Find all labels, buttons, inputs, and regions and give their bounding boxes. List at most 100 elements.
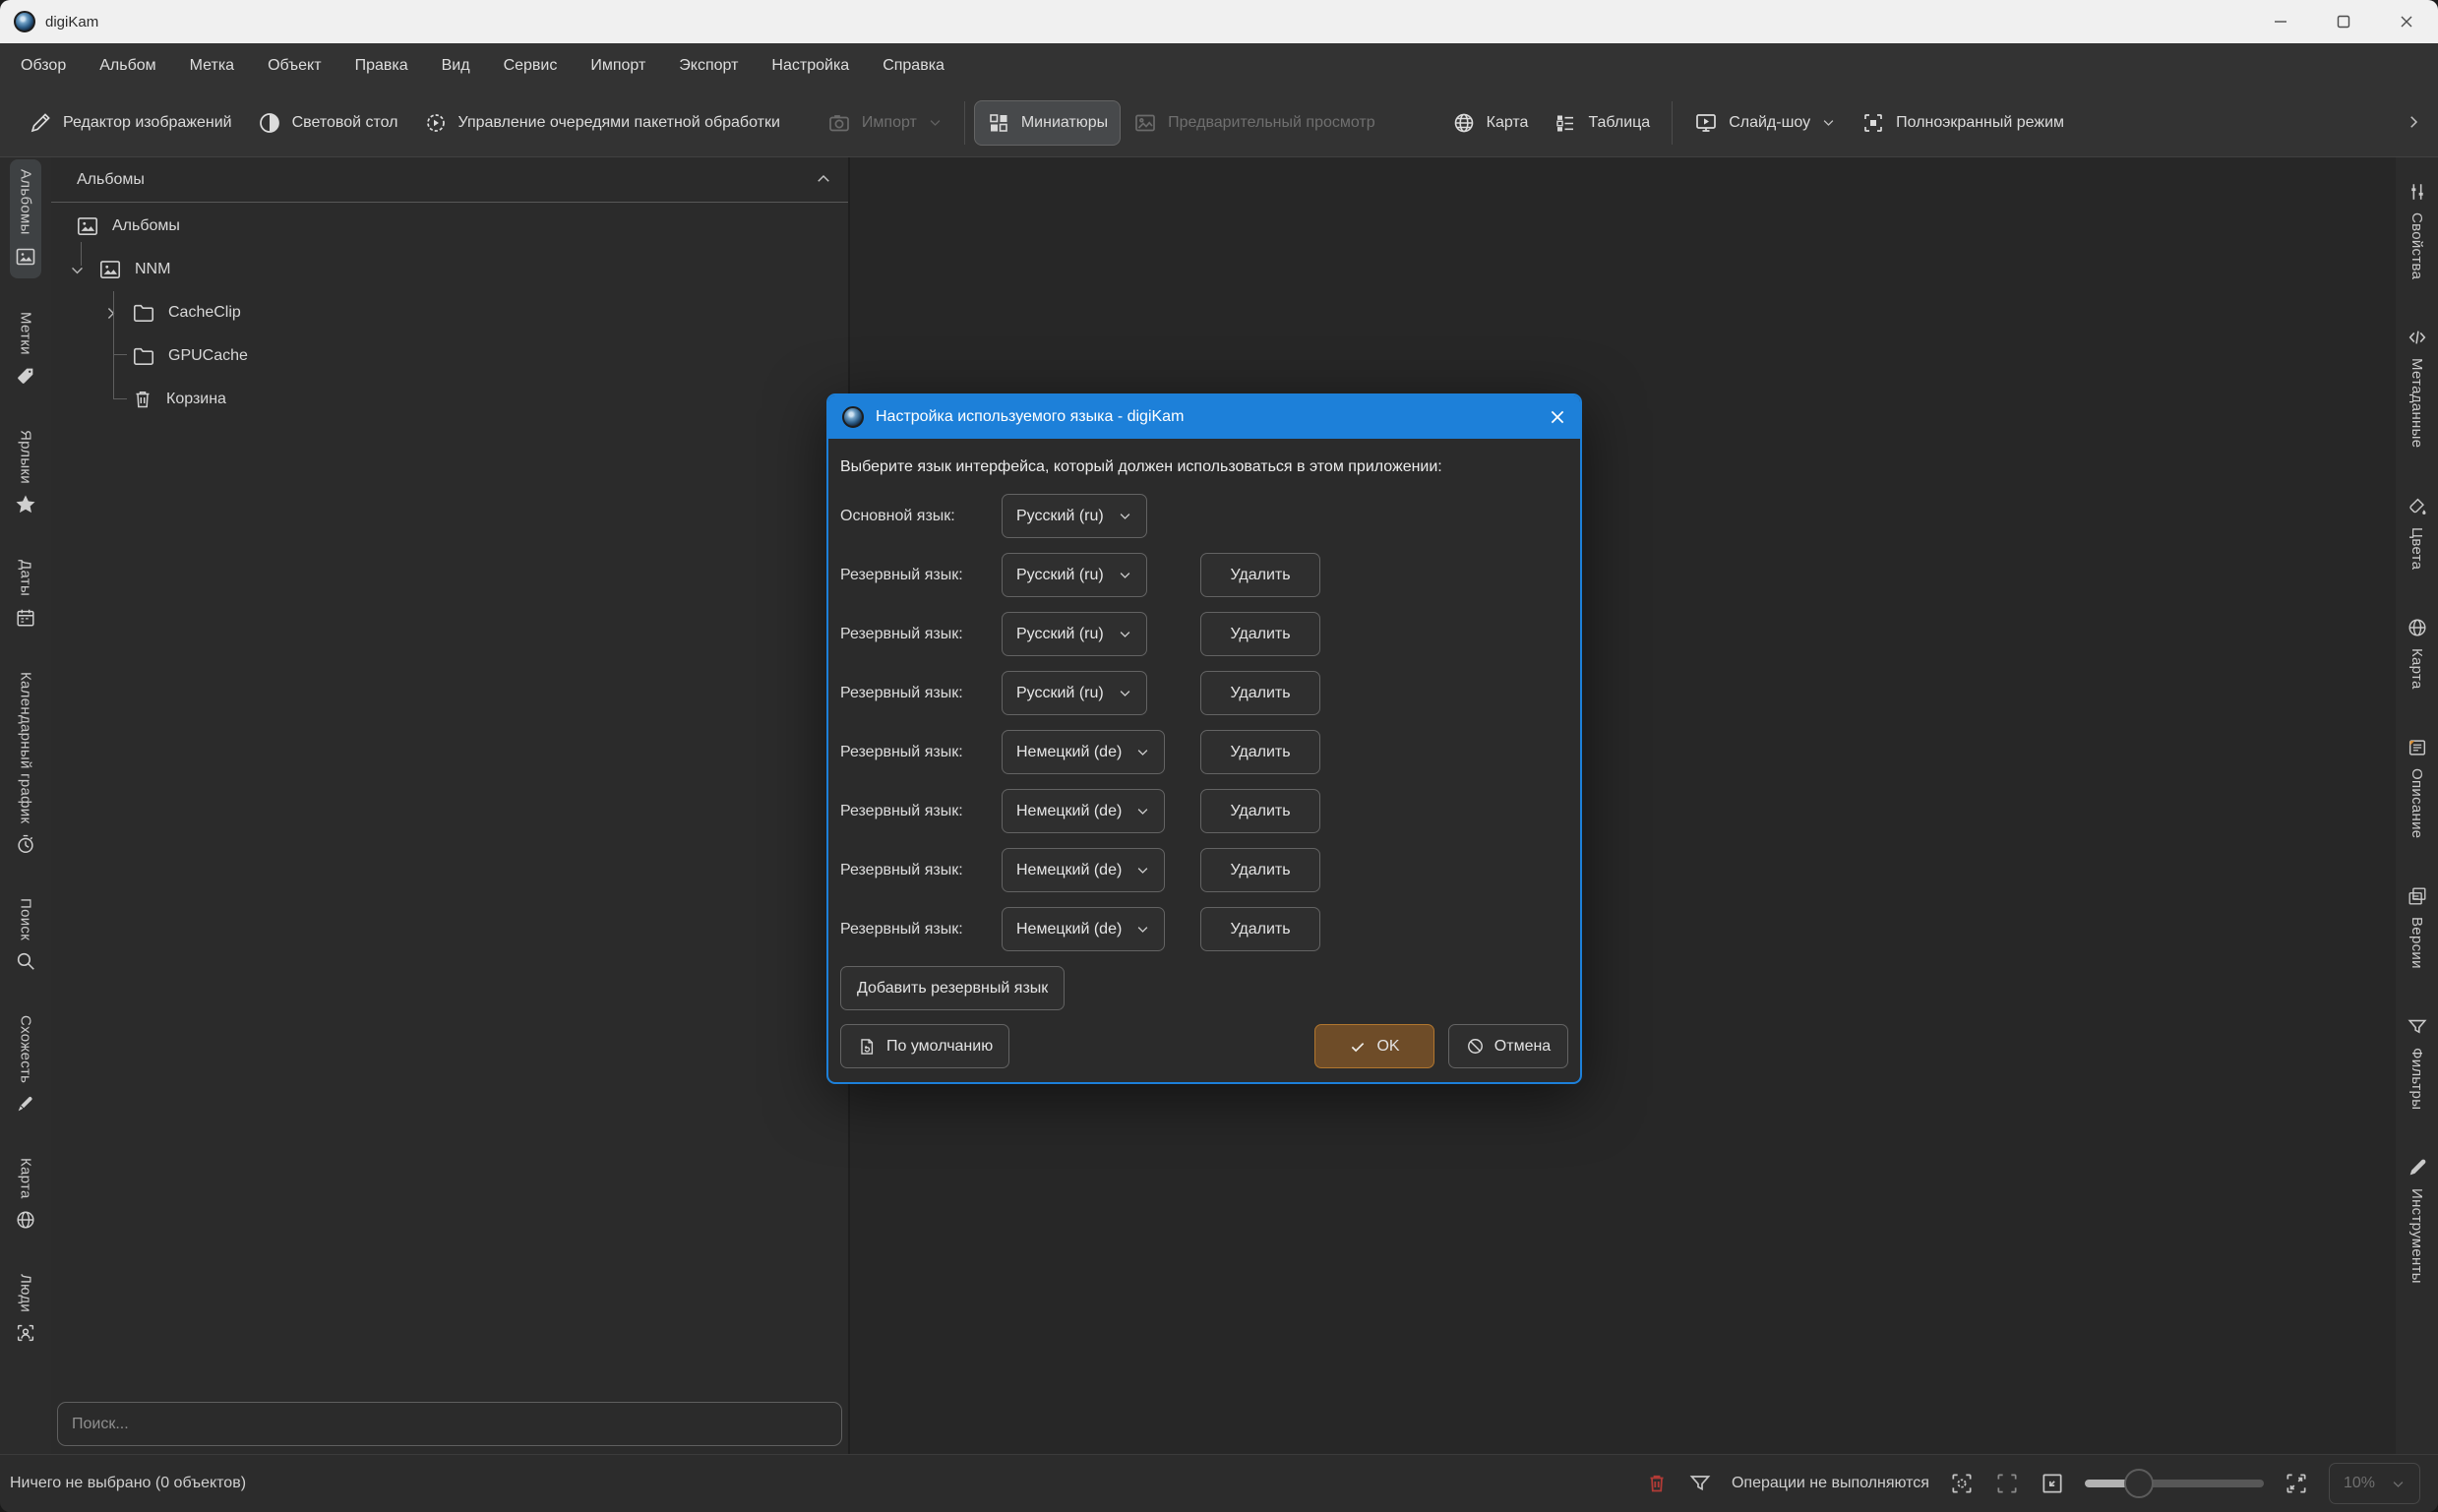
globe-icon <box>1452 111 1476 135</box>
fallback-language-select[interactable]: Русский (ru) <box>1002 671 1147 715</box>
sidebar-tab-similarity[interactable]: Схожесть <box>11 1005 40 1124</box>
batch-queue-icon <box>424 111 448 135</box>
colors-paint-icon <box>2407 496 2428 517</box>
sidebar-tab-versions[interactable]: Версии <box>2403 876 2432 979</box>
menu-item-browse[interactable]: Обзор <box>4 43 83 89</box>
fallback-language-select[interactable]: Немецкий (de) <box>1002 730 1165 774</box>
tree-item-nnm[interactable]: NNM <box>51 248 848 291</box>
chevron-down-icon[interactable] <box>69 262 86 278</box>
defaults-button[interactable]: По умолчанию <box>840 1024 1009 1068</box>
sidebar-tab-map[interactable]: Карта <box>11 1148 40 1240</box>
close-button[interactable] <box>2375 0 2438 43</box>
remove-fallback-button[interactable]: Удалить <box>1200 730 1320 774</box>
tree-item-trash[interactable]: Корзина <box>51 378 848 421</box>
menu-item-settings[interactable]: Настройка <box>755 43 866 89</box>
menu-item-tools[interactable]: Сервис <box>487 43 575 89</box>
albums-search-input[interactable] <box>57 1402 842 1446</box>
main-toolbar: Редактор изображений Световой стол Управ… <box>0 89 2438 157</box>
menu-item-edit[interactable]: Правка <box>338 43 425 89</box>
primary-language-select[interactable]: Русский (ru) <box>1002 494 1147 538</box>
remove-fallback-button[interactable]: Удалить <box>1200 907 1320 951</box>
toolbar-overflow-button[interactable] <box>2405 113 2422 131</box>
menu-item-view[interactable]: Вид <box>425 43 487 89</box>
captions-doc-icon <box>2407 737 2428 758</box>
sidebar-tab-tools[interactable]: Инструменты <box>2403 1147 2432 1294</box>
menu-item-help[interactable]: Справка <box>866 43 961 89</box>
fallback-language-select[interactable]: Немецкий (de) <box>1002 789 1165 833</box>
sidebar-tab-labels[interactable]: Ярлыки <box>10 420 41 527</box>
remove-fallback-button[interactable]: Удалить <box>1200 612 1320 656</box>
tree-item-cacheclip[interactable]: CacheClip <box>51 291 848 334</box>
menu-item-import[interactable]: Импорт <box>574 43 662 89</box>
zoom-select-icon[interactable] <box>1949 1471 1975 1496</box>
thumbnails-icon <box>987 111 1010 135</box>
remove-fallback-button[interactable]: Удалить <box>1200 553 1320 597</box>
sidebar-tab-captions[interactable]: Описание <box>2403 727 2432 848</box>
remove-fallback-button[interactable]: Удалить <box>1200 789 1320 833</box>
zoom-slider[interactable] <box>2085 1469 2264 1498</box>
map-globe-icon <box>15 1209 36 1231</box>
window-title: digiKam <box>45 14 98 30</box>
reset-document-icon <box>857 1037 877 1057</box>
sidebar-tab-properties[interactable]: Свойства <box>2403 171 2432 289</box>
fallback-language-select[interactable]: Русский (ru) <box>1002 553 1147 597</box>
tree-item-albums-root[interactable]: Альбомы <box>51 205 848 248</box>
fit-window-icon[interactable] <box>2284 1471 2309 1496</box>
crop-frame-icon[interactable] <box>1994 1471 2020 1496</box>
add-fallback-language-button[interactable]: Добавить резервный язык <box>840 966 1065 1010</box>
sidebar-tab-dates[interactable]: Даты <box>11 550 40 637</box>
menu-item-album[interactable]: Альбом <box>83 43 172 89</box>
albums-panel-collapse-button[interactable] <box>815 170 832 188</box>
tree-item-gpucache[interactable]: GPUCache <box>51 334 848 378</box>
sidebar-tab-map[interactable]: Карта <box>2403 607 2432 699</box>
chevron-right-icon[interactable] <box>102 305 119 322</box>
filter-funnel-icon[interactable] <box>1688 1472 1712 1495</box>
sidebar-tab-colors[interactable]: Цвета <box>2403 486 2432 579</box>
chevron-down-icon <box>1135 804 1150 818</box>
light-table-button[interactable]: Световой стол <box>245 100 411 146</box>
album-image-icon <box>75 213 100 239</box>
menu-item-item[interactable]: Объект <box>251 43 337 89</box>
slideshow-button[interactable]: Слайд-шоу <box>1681 100 1849 146</box>
preview-button[interactable]: Предварительный просмотр <box>1121 100 1387 146</box>
window-titlebar: digiKam <box>0 0 2438 43</box>
fullscreen-button[interactable]: Полноэкранный режим <box>1849 100 2077 146</box>
cancel-button[interactable]: Отмена <box>1448 1024 1568 1068</box>
zoom-slider-handle[interactable] <box>2124 1469 2154 1498</box>
delete-trash-icon[interactable] <box>1645 1472 1669 1495</box>
language-settings-dialog: Настройка используемого языка - digiKam … <box>826 393 1582 1084</box>
fallback-language-select[interactable]: Немецкий (de) <box>1002 907 1165 951</box>
sidebar-tab-metadata[interactable]: Метаданные <box>2403 317 2432 457</box>
minimize-button[interactable] <box>2249 0 2312 43</box>
menu-item-tag[interactable]: Метка <box>173 43 251 89</box>
map-view-button[interactable]: Карта <box>1439 100 1542 146</box>
toolbar-separator <box>964 101 965 145</box>
menu-item-export[interactable]: Экспорт <box>662 43 755 89</box>
sidebar-tab-tags[interactable]: Метки <box>11 302 40 396</box>
cancel-circle-icon <box>1466 1037 1485 1056</box>
light-table-icon <box>258 111 281 135</box>
zoom-out-fit-icon[interactable] <box>2040 1471 2065 1496</box>
albums-tree: Альбомы NNM CacheClip <box>51 203 848 1396</box>
image-editor-button[interactable]: Редактор изображений <box>16 100 245 146</box>
operations-status: Операции не выполняются <box>1732 1475 1929 1492</box>
sidebar-tab-people[interactable]: Люди <box>11 1264 40 1354</box>
batch-queue-button[interactable]: Управление очередями пакетной обработки <box>411 100 793 146</box>
chevron-down-icon <box>1118 627 1132 641</box>
sidebar-tab-albums[interactable]: Альбомы <box>10 159 41 278</box>
maximize-button[interactable] <box>2312 0 2375 43</box>
remove-fallback-button[interactable]: Удалить <box>1200 848 1320 892</box>
sidebar-tab-filters[interactable]: Фильтры <box>2403 1006 2432 1119</box>
dialog-close-button[interactable] <box>1549 408 1566 426</box>
chevron-down-icon <box>1118 509 1132 523</box>
table-view-button[interactable]: Таблица <box>1541 100 1663 146</box>
import-button[interactable]: Импорт <box>815 100 955 146</box>
fallback-language-select[interactable]: Немецкий (de) <box>1002 848 1165 892</box>
zoom-percent-select[interactable]: 10% <box>2329 1463 2420 1504</box>
fallback-language-select[interactable]: Русский (ru) <box>1002 612 1147 656</box>
ok-button[interactable]: OK <box>1314 1024 1434 1068</box>
sidebar-tab-timeline[interactable]: Календарный график <box>11 662 40 865</box>
sidebar-tab-search[interactable]: Поиск <box>11 888 40 982</box>
remove-fallback-button[interactable]: Удалить <box>1200 671 1320 715</box>
thumbnails-button[interactable]: Миниатюры <box>974 100 1121 146</box>
